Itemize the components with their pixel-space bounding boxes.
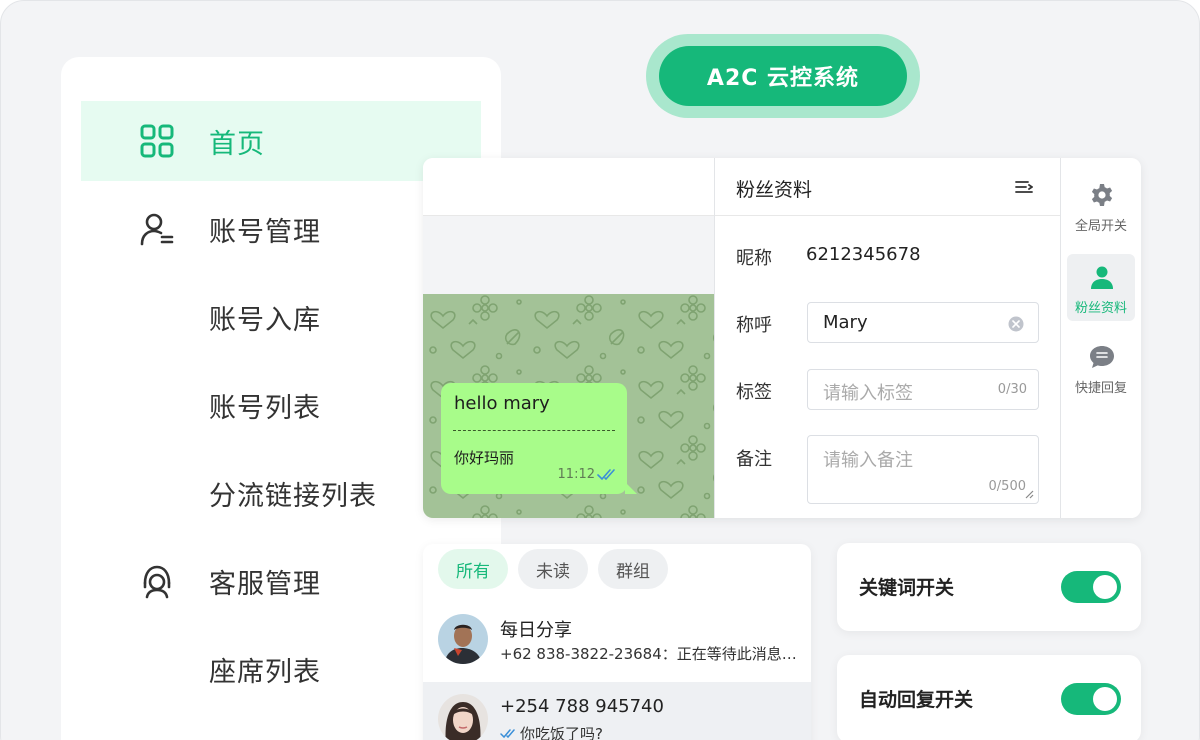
rail-label: 全局开关: [1074, 219, 1127, 234]
note-textarea[interactable]: 请输入备注 0/500: [807, 435, 1039, 504]
chat-bubble-icon: [1090, 346, 1114, 368]
rail-quick-reply[interactable]: 快捷回复: [1067, 334, 1135, 401]
sidebar-item-service-management[interactable]: 客服管理: [81, 541, 481, 621]
nickname-label: 昵称: [736, 248, 772, 269]
switch-knob: [1093, 575, 1117, 599]
toggle-label: 自动回复开关: [859, 689, 974, 711]
switch-knob: [1093, 687, 1117, 711]
sidebar-item-seat-list[interactable]: 座席列表: [81, 629, 481, 709]
double-check-icon: [500, 729, 515, 739]
conversation-preview: 你吃饭了吗?: [520, 725, 603, 740]
collapse-menu-icon[interactable]: [1015, 180, 1033, 194]
keyword-toggle-card: 关键词开关: [837, 543, 1141, 631]
salutation-value: Mary: [823, 312, 868, 333]
clear-icon[interactable]: [1008, 316, 1024, 332]
conversation-preview: +62 838-3822-23684：正在等待此消息的...: [500, 645, 810, 663]
message-text: hello mary: [454, 393, 550, 414]
sidebar-item-account-management[interactable]: 账号管理: [81, 189, 481, 269]
filter-unread[interactable]: 未读: [518, 549, 588, 589]
sidebar-item-account-import[interactable]: 账号入库: [81, 277, 481, 357]
fan-profile-panel: 粉丝资料 昵称 6212345678 称呼 Mary 标签 请输入标签 0/30…: [714, 158, 1061, 518]
auto-reply-switch[interactable]: [1061, 683, 1121, 715]
rail-label: 粉丝资料: [1074, 301, 1127, 316]
side-rail: 全局开关 粉丝资料 快捷回复: [1060, 158, 1141, 518]
message-translation: 你好玛丽: [454, 449, 515, 467]
nickname-value: 6212345678: [806, 244, 921, 265]
note-char-count: 0/500: [988, 479, 1026, 494]
chat-header: [423, 158, 714, 216]
user-list-icon: [140, 213, 174, 246]
sidebar-item-label: 客服管理: [209, 568, 321, 600]
salutation-label: 称呼: [736, 315, 772, 336]
filter-groups[interactable]: 群组: [598, 549, 668, 589]
profile-title: 粉丝资料: [736, 179, 813, 201]
tag-field[interactable]: 请输入标签 0/30: [807, 369, 1039, 410]
double-check-icon: [597, 469, 615, 481]
sidebar-item-home[interactable]: 首页: [81, 101, 481, 181]
tag-label: 标签: [736, 382, 772, 403]
sidebar-item-label: 账号管理: [209, 216, 321, 248]
note-placeholder: 请输入备注: [823, 450, 913, 471]
message-bubble-outgoing[interactable]: hello mary 你好玛丽 11:12: [441, 383, 637, 494]
chat-header-gap: [423, 216, 714, 294]
app-stage: 首页 账号管理 账号入库 账号列表 分流链接列表 客服管理 座席列表 A2C 云…: [0, 0, 1200, 740]
translation-divider: [453, 430, 615, 431]
keyword-switch[interactable]: [1061, 571, 1121, 603]
chat-view: hello mary 你好玛丽 11:12: [423, 158, 714, 518]
rail-global-switch[interactable]: 全局开关: [1067, 172, 1135, 239]
sidebar-item-label: 账号入库: [209, 304, 321, 336]
sidebar-item-label: 座席列表: [209, 656, 321, 688]
conversation-name: 每日分享: [500, 620, 572, 641]
tag-char-count: 0/30: [997, 382, 1027, 397]
conversation-item[interactable]: 每日分享 +62 838-3822-23684：正在等待此消息的...: [423, 602, 811, 682]
conversation-list: 所有 未读 群组 每日分享 +62 838-3822-23684：正在等待此消息…: [423, 544, 811, 740]
resize-handle-icon[interactable]: [1025, 490, 1034, 499]
conversation-name: +254 788 945740: [500, 696, 664, 717]
avatar: [438, 694, 488, 740]
filter-all[interactable]: 所有: [438, 549, 508, 589]
salutation-field[interactable]: Mary: [807, 302, 1039, 343]
rail-label: 快捷回复: [1074, 381, 1127, 396]
sidebar-item-label: 首页: [209, 128, 265, 160]
app-title: A2C 云控系统: [659, 46, 907, 106]
conversation-preview-row: 你吃饭了吗?: [500, 723, 810, 740]
conversation-item[interactable]: +254 788 945740 你吃饭了吗?: [423, 682, 811, 740]
headset-icon: [143, 565, 171, 599]
person-icon: [1091, 266, 1113, 289]
profile-header: 粉丝资料: [715, 158, 1061, 216]
sidebar-item-label: 账号列表: [209, 392, 321, 424]
auto-reply-toggle-card: 自动回复开关: [837, 655, 1141, 740]
sidebar-item-label: 分流链接列表: [209, 480, 377, 512]
avatar: [438, 614, 488, 664]
gear-icon: [1091, 184, 1113, 206]
chat-panel: hello mary 你好玛丽 11:12 粉丝资料 昵称 6212345678…: [423, 158, 1141, 518]
sidebar-item-account-list[interactable]: 账号列表: [81, 365, 481, 445]
grid-icon: [140, 124, 174, 158]
chat-background: hello mary 你好玛丽 11:12: [423, 294, 714, 518]
rail-fan-profile[interactable]: 粉丝资料: [1067, 254, 1135, 321]
toggle-label: 关键词开关: [859, 577, 955, 599]
message-time: 11:12: [557, 467, 595, 482]
tag-placeholder: 请输入标签: [823, 383, 913, 404]
sidebar-item-split-links[interactable]: 分流链接列表: [81, 453, 481, 533]
note-label: 备注: [736, 449, 772, 470]
